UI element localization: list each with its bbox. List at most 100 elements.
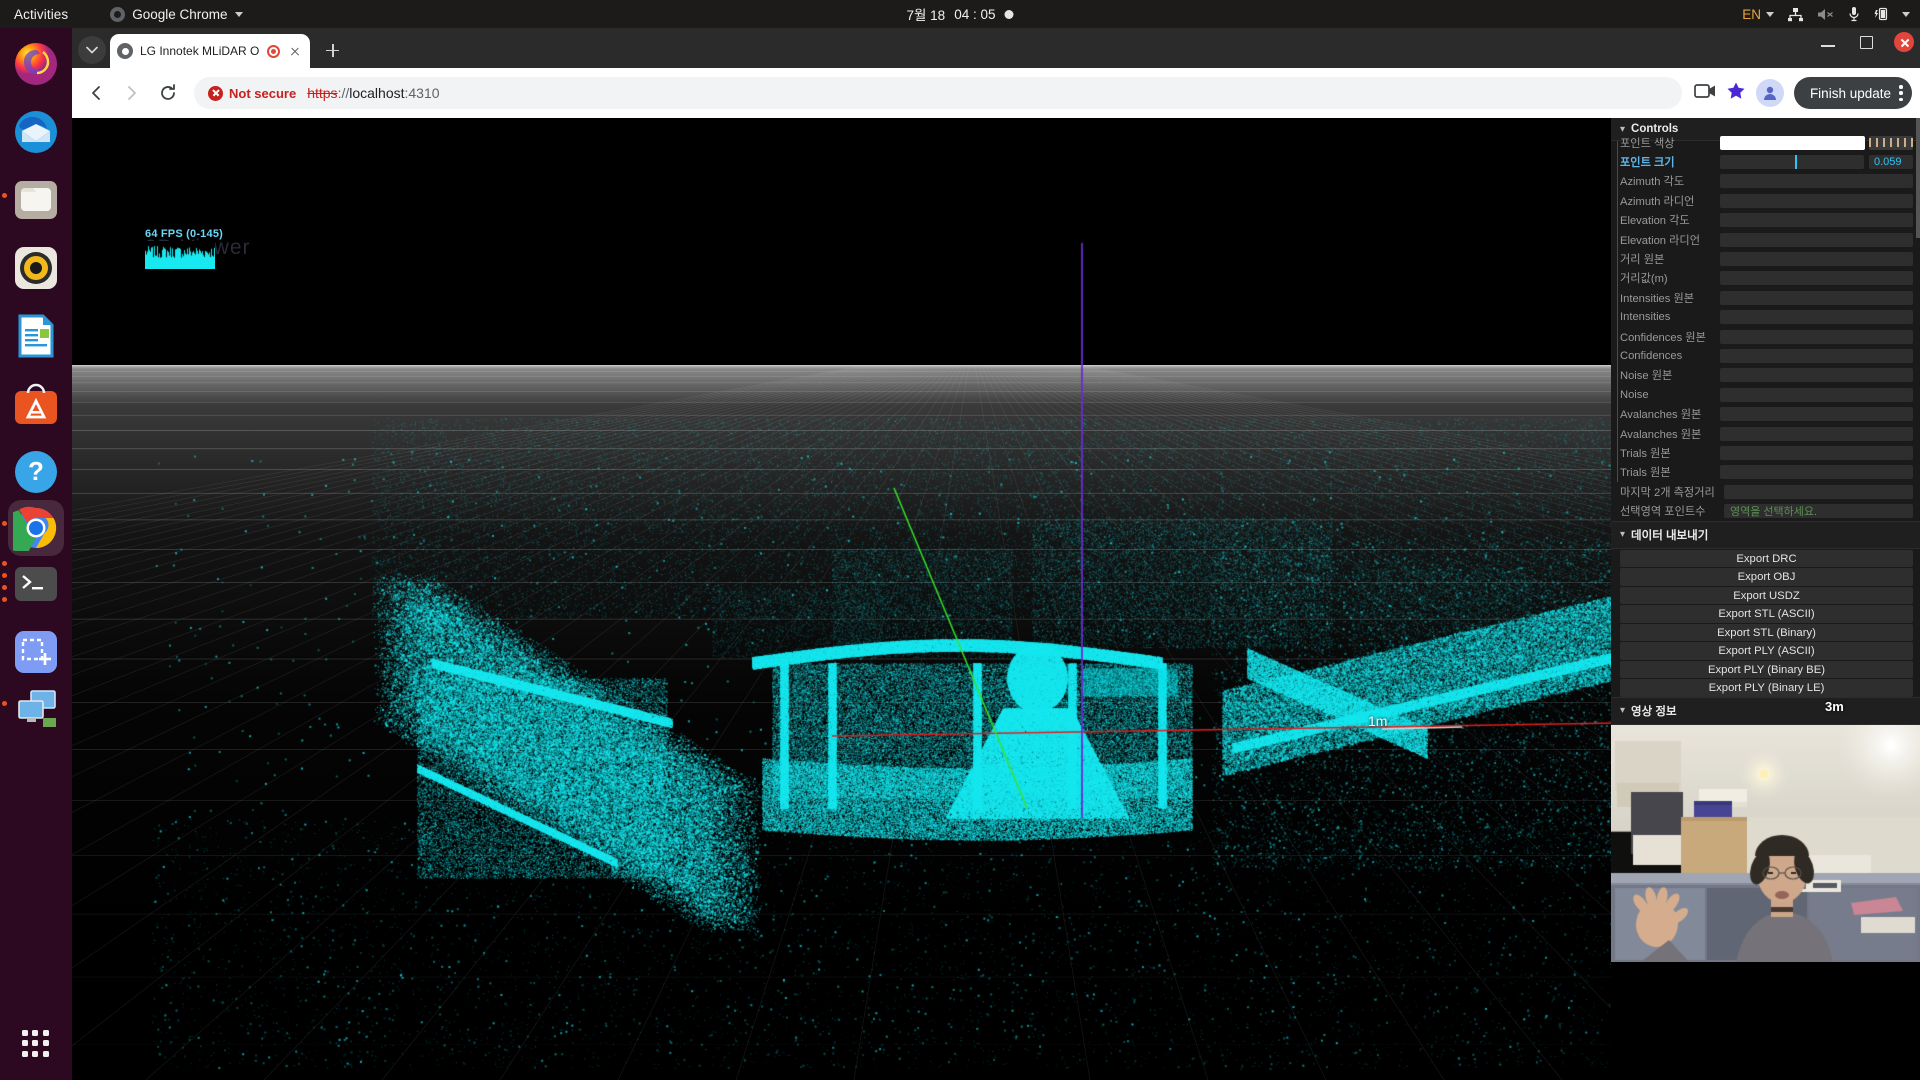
control-row[interactable]: Trials 원본 [1611,463,1920,482]
dock-item-screenshot[interactable] [8,624,64,680]
export-button[interactable]: Export STL (Binary) [1620,623,1913,642]
chevron-down-icon[interactable] [1902,11,1910,17]
color-gradient-strip[interactable] [1869,135,1913,150]
finish-update-button[interactable]: Finish update [1793,77,1912,109]
bookmark-star-icon[interactable] [1726,81,1746,106]
reload-button[interactable] [152,77,184,109]
dock-item-google-chrome[interactable] [8,500,64,556]
control-input[interactable] [1720,252,1913,267]
dock-item-thunderbird[interactable] [8,104,64,160]
dock-item-ubuntu-software[interactable] [8,376,64,432]
control-input[interactable] [1720,368,1913,383]
system-tray[interactable]: EN [1742,6,1910,22]
control-row[interactable]: Azimuth 라디언 [1611,191,1920,210]
control-input[interactable] [1720,310,1913,325]
maximize-button[interactable] [1856,32,1876,52]
export-button[interactable]: Export OBJ [1620,568,1913,586]
control-input[interactable] [1720,193,1913,208]
export-button[interactable]: Export PLY (Binary LE) [1620,679,1913,697]
running-indicator-terminal-3 [2,585,7,590]
point-size-slider[interactable] [1720,155,1864,170]
video-section-header[interactable]: ▾ 영상 정보 [1611,696,1920,725]
control-row[interactable]: Noise 원본 [1611,366,1920,385]
show-applications-button[interactable] [22,1030,50,1058]
control-row[interactable]: Elevation 라디언 [1611,230,1920,249]
chrome-menu-icon[interactable] [1899,85,1903,101]
clock[interactable]: 7월 18 04 : 05 [907,4,1014,24]
control-row[interactable]: 포인트 색상 [1611,133,1920,152]
screen-share-icon[interactable] [1694,82,1716,105]
activities-button[interactable]: Activities [0,7,80,22]
browser-toolbar: Not secure https://localhost:4310 Finish… [72,68,1920,118]
export-button[interactable]: Export USDZ [1620,586,1913,605]
control-row[interactable]: Azimuth 각도 [1611,172,1920,191]
minimize-button[interactable] [1818,32,1838,52]
control-input[interactable] [1720,445,1913,460]
color-swatch[interactable] [1720,135,1865,150]
control-row[interactable]: Confidences [1611,346,1920,365]
control-row[interactable]: Elevation 각도 [1611,211,1920,230]
control-input[interactable] [1720,232,1913,247]
back-button[interactable] [80,77,112,109]
profile-avatar[interactable] [1755,79,1784,107]
point-cloud-viewport[interactable]: 1m 2m 3m 3D Viewer 64 FPS (0-145) ▾ Cont… [72,118,1920,1080]
control-row[interactable]: 거리 원본 [1611,249,1920,268]
control-input[interactable] [1720,213,1913,228]
address-bar[interactable]: Not secure https://localhost:4310 [194,77,1682,109]
keyboard-layout-indicator[interactable]: EN [1742,7,1774,22]
control-input[interactable] [1720,348,1913,363]
export-button[interactable]: Export PLY (Binary BE) [1620,660,1913,679]
control-row[interactable]: Intensities [1611,308,1920,327]
point-size-value[interactable]: 0.059 [1869,155,1913,170]
dock-item-firefox[interactable] [8,36,64,92]
running-indicator-files [2,193,7,198]
panel-scrollbar[interactable] [1916,118,1920,238]
control-input[interactable] [1720,426,1913,441]
slider-knob[interactable] [1794,155,1797,170]
app-menu-chrome[interactable]: Google Chrome [110,6,243,22]
control-row[interactable]: Trials 원본 [1611,443,1920,462]
not-secure-badge[interactable]: Not secure [208,85,296,101]
control-input[interactable] [1720,329,1913,344]
control-input[interactable] [1720,174,1913,189]
control-row[interactable]: 거리값(m) [1611,269,1920,288]
tab-search-button[interactable] [78,36,106,64]
slider-control[interactable]: 0.059 [1720,155,1913,170]
control-input[interactable] [1720,387,1913,402]
dock-item-terminal[interactable] [8,556,64,612]
tab-close-icon[interactable] [287,43,303,59]
export-button-list: Export DRC Export OBJ Export USDZ Export ST… [1611,549,1920,697]
control-input[interactable] [1720,407,1913,422]
dock-item-remote-desktop[interactable] [8,680,64,736]
control-row[interactable]: 포인트 크기 0.059 [1611,152,1920,171]
control-row[interactable]: Avalanches 원본 [1611,424,1920,443]
control-row[interactable]: Avalanches 원본 [1611,404,1920,423]
control-row[interactable]: Noise [1611,385,1920,404]
browser-tab[interactable]: LG Innotek MLiDAR O [110,34,310,68]
tab-recording-icon[interactable] [267,44,280,58]
webcam-preview[interactable] [1611,724,1920,1080]
dock-item-help[interactable]: ? [8,444,64,500]
control-input[interactable] [1720,290,1913,305]
control-row[interactable]: 마지막 2개 측정거리 [1611,482,1920,501]
dock-item-files[interactable] [8,172,64,228]
control-input[interactable] [1720,271,1913,286]
warning-icon [208,85,223,101]
control-row[interactable]: 선택영역 포인트수 영역을 선택하세요. [1611,501,1920,520]
controls-panel[interactable]: ▾ Controls 포인트 색상 포인트 크기 0.059 Azimuth 각도 Az… [1611,118,1920,1080]
close-window-button[interactable] [1894,32,1914,52]
control-row[interactable]: Intensities 원본 [1611,288,1920,307]
export-button[interactable]: Export STL (ASCII) [1620,605,1913,623]
control-input[interactable]: 영역을 선택하세요. [1724,504,1913,519]
export-button[interactable]: Export PLY (ASCII) [1620,642,1913,660]
export-button[interactable]: Export DRC [1620,549,1913,568]
control-row[interactable]: Confidences 원본 [1611,327,1920,346]
dock-item-libreoffice-writer[interactable] [8,308,64,364]
export-section-header[interactable]: ▾ 데이터 내보내기 [1611,520,1920,549]
new-tab-button[interactable] [318,36,346,64]
dock-item-rhythmbox[interactable] [8,240,64,296]
control-input[interactable] [1724,484,1913,499]
color-control[interactable] [1720,135,1913,150]
control-input[interactable] [1720,465,1913,480]
forward-button[interactable] [116,77,148,109]
